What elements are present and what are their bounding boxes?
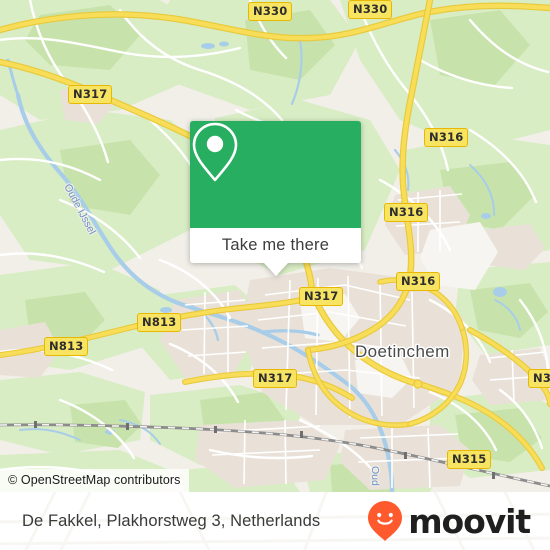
road-shield-n330-east: N330 xyxy=(348,0,393,19)
map-canvas[interactable]: Doetinchem Oude IJssel Oud N330 N330 N31… xyxy=(0,0,550,492)
road-shield-n317-center: N317 xyxy=(299,287,344,306)
road-shield-n813-west: N813 xyxy=(44,337,89,356)
osm-attribution[interactable]: © OpenStreetMap contributors xyxy=(0,469,189,492)
road-shield-n317-northwest: N317 xyxy=(68,85,113,104)
callout-card-top xyxy=(190,121,361,228)
place-label-doetinchem: Doetinchem xyxy=(355,342,450,361)
road-shield-n316-north: N316 xyxy=(424,128,469,147)
take-me-there-label: Take me there xyxy=(221,236,330,254)
moovit-smiley-pin-icon xyxy=(368,501,403,541)
water-label-oude: Oud xyxy=(369,466,381,486)
road-shield-n813-east: N813 xyxy=(137,313,182,332)
moovit-brand[interactable]: moovit xyxy=(366,500,531,542)
location-callout-card[interactable]: Take me there xyxy=(190,121,361,276)
location-address-label: De Fakkel, Plakhorstweg 3, Netherlands xyxy=(22,511,321,530)
callout-pointer xyxy=(262,262,289,276)
road-shield-n330-west: N330 xyxy=(248,2,293,21)
road-shield-n316-mid: N316 xyxy=(384,203,429,222)
road-shield-n316-south: N316 xyxy=(396,272,441,291)
footer-bar: De Fakkel, Plakhorstweg 3, Netherlands m… xyxy=(0,492,550,550)
road-shield-n315-east: N315 xyxy=(528,369,550,388)
road-shield-n315-south: N315 xyxy=(447,450,492,469)
map-pin-icon xyxy=(192,122,238,182)
road-shield-n317-south: N317 xyxy=(253,369,298,388)
moovit-map-screenshot: Doetinchem Oude IJssel Oud N330 N330 N31… xyxy=(0,0,550,550)
moovit-wordmark: moovit xyxy=(408,501,531,541)
callout-card-button[interactable]: Take me there xyxy=(190,228,361,263)
